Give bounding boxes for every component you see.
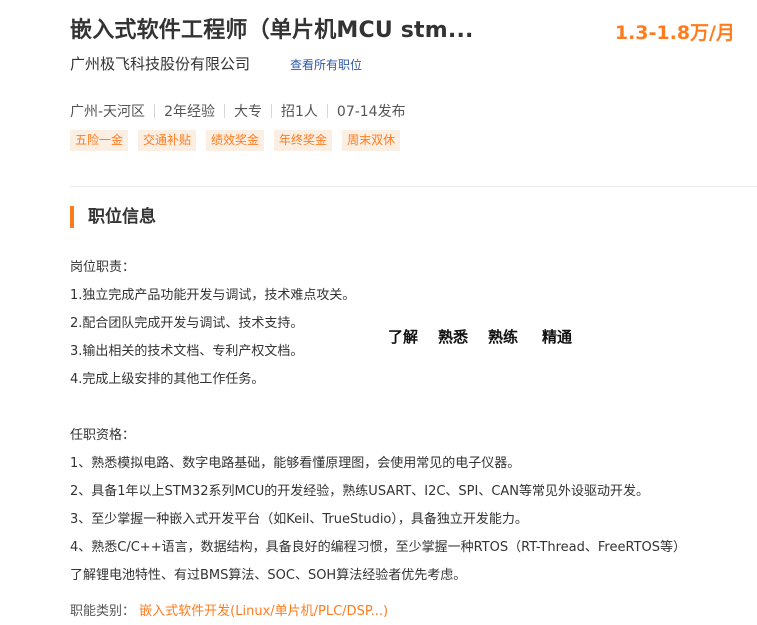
skill-level-label: 熟练 xyxy=(488,328,519,346)
meta-experience: 2年经验 xyxy=(164,104,215,120)
salary: 1.3-1.8万/月 xyxy=(614,22,735,44)
duty-item: 1.独立完成产品功能开发与调试，技术难点攻关。 xyxy=(70,288,356,303)
all-jobs-link[interactable]: 查看所有职位 xyxy=(290,56,362,73)
category-link[interactable]: 嵌入式软件开发(Linux/单片机/PLC/DSP...) xyxy=(139,604,388,619)
skill-level-label: 精通 xyxy=(542,328,573,346)
requirement-item: 3、至少掌握一种嵌入式开发平台（如Keil、TrueStudio），具备独立开发… xyxy=(70,512,528,527)
benefit-tag: 周末双休 xyxy=(342,130,401,151)
skill-level-label: 熟悉 xyxy=(438,328,469,346)
benefit-tag: 绩效奖金 xyxy=(206,130,265,151)
requirement-item: 1、熟悉模拟电路、数字电路基础，能够看懂原理图，会使用常见的电子仪器。 xyxy=(70,456,521,471)
category-label: 职能类别： xyxy=(70,604,136,619)
requirement-item: 2、具备1年以上STM32系列MCU的开发经验，熟练USART、I2C、SPI、… xyxy=(70,484,650,499)
benefit-tag: 交通补贴 xyxy=(138,130,197,151)
job-category: 职能类别： 嵌入式软件开发(Linux/单片机/PLC/DSP...) xyxy=(70,600,388,619)
benefit-tag: 年终奖金 xyxy=(274,130,333,151)
company-row: 广州极飞科技股份有限公司 查看所有职位 xyxy=(70,53,362,74)
meta-posted-date: 07-14发布 xyxy=(336,104,406,120)
benefit-tags: 五险一金 交通补贴 绩效奖金 年终奖金 周末双休 xyxy=(70,130,401,151)
job-meta: 广州-天河区 2年经验 大专 招1人 07-14发布 xyxy=(70,101,406,121)
job-title: 嵌入式软件工程师（单片机MCU stm... xyxy=(70,18,474,43)
benefit-tag: 五险一金 xyxy=(70,130,129,151)
meta-divider xyxy=(270,104,272,118)
meta-location: 广州-天河区 xyxy=(70,104,146,120)
requirement-item: 了解锂电池特性、有过BMS算法、SOC、SOH算法经验者优先考虑。 xyxy=(70,568,467,583)
company-name[interactable]: 广州极飞科技股份有限公司 xyxy=(70,53,250,74)
skill-level-label: 了解 xyxy=(388,328,419,346)
section-title: 职位信息 xyxy=(88,207,156,227)
divider xyxy=(70,186,757,187)
section-accent-bar xyxy=(70,206,74,228)
requirement-item: 4、熟悉C/C++语言，数据结构，具备良好的编程习惯，至少掌握一种RTOS（RT… xyxy=(70,540,686,555)
meta-education: 大专 xyxy=(233,104,262,120)
meta-divider xyxy=(154,104,156,118)
duties-heading: 岗位职责： xyxy=(70,260,136,275)
skill-levels: 了解 熟悉 熟练 精通 xyxy=(388,326,592,347)
requirements-heading: 任职资格： xyxy=(70,428,136,443)
meta-divider xyxy=(326,104,328,118)
meta-headcount: 招1人 xyxy=(280,104,318,120)
job-description: 岗位职责： 1.独立完成产品功能开发与调试，技术难点攻关。 2.配合团队完成开发… xyxy=(70,254,750,590)
meta-divider xyxy=(223,104,225,118)
duty-item: 4.完成上级安排的其他工作任务。 xyxy=(70,372,265,387)
